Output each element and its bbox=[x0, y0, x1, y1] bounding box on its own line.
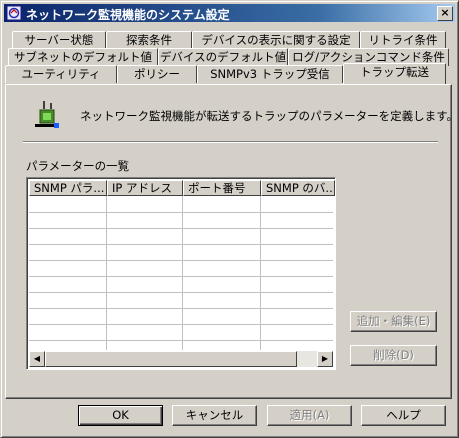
grid-line bbox=[182, 196, 183, 350]
tab-subnet-defaults[interactable]: サブネットのデフォルト値 bbox=[8, 48, 158, 66]
grid-line bbox=[29, 244, 333, 245]
column-header-port[interactable]: ポート番号 bbox=[183, 180, 261, 196]
description-text: ネットワーク監視機能が転送するトラップのパラメーターを定義します。 bbox=[80, 109, 459, 123]
tab-retry[interactable]: リトライ条件 bbox=[360, 31, 446, 49]
scroll-left-icon: ◀ bbox=[33, 354, 41, 363]
tab-trap-forward[interactable]: トラップ転送 bbox=[343, 63, 446, 84]
window-title: ネットワーク監視機能のシステム設定 bbox=[26, 8, 230, 22]
tab-discovery[interactable]: 探索条件 bbox=[106, 31, 192, 49]
tab-policy[interactable]: ポリシー bbox=[117, 65, 197, 83]
tab-device-defaults[interactable]: デバイスのデフォルト値 bbox=[158, 48, 288, 66]
ok-button[interactable]: OK bbox=[78, 405, 163, 426]
trap-forward-icon bbox=[35, 101, 59, 128]
close-button[interactable]: × bbox=[437, 6, 453, 21]
grid-line bbox=[260, 196, 261, 350]
grid-line bbox=[106, 196, 107, 350]
apply-button[interactable]: 適用(A) bbox=[267, 405, 352, 426]
cancel-button[interactable]: キャンセル bbox=[172, 405, 257, 426]
tab-device-display[interactable]: デバイスの表示に関する設定 bbox=[192, 31, 360, 49]
app-icon bbox=[6, 5, 22, 21]
tab-server-status[interactable]: サーバー状態 bbox=[12, 31, 106, 49]
column-header-snmp-param[interactable]: SNMP パラ... bbox=[29, 180, 107, 196]
close-icon: × bbox=[440, 6, 450, 19]
grid-line bbox=[29, 276, 333, 277]
delete-button[interactable]: 削除(D) bbox=[350, 345, 437, 366]
grid-line bbox=[29, 308, 333, 309]
grid-line bbox=[29, 324, 333, 325]
column-header-ip-address[interactable]: IP アドレス bbox=[107, 180, 183, 196]
grid-line bbox=[29, 212, 333, 213]
tab-snmpv3-trap[interactable]: SNMPv3 トラップ受信 bbox=[197, 65, 343, 83]
parameter-list[interactable]: SNMP パラ... IP アドレス ポート番号 SNMP のバ... ◀ ▶ bbox=[26, 177, 336, 370]
help-button[interactable]: ヘルプ bbox=[361, 405, 446, 426]
title-bar: ネットワーク監視機能のシステム設定 × bbox=[4, 4, 455, 22]
grid-line bbox=[29, 260, 333, 261]
scroll-right-button[interactable]: ▶ bbox=[317, 351, 333, 367]
scroll-right-icon: ▶ bbox=[321, 354, 329, 363]
separator bbox=[23, 141, 438, 143]
grid-line bbox=[29, 292, 333, 293]
parameter-list-label: パラメーターの一覧 bbox=[26, 159, 130, 173]
horizontal-scrollbar[interactable]: ◀ ▶ bbox=[29, 351, 333, 367]
add-edit-button[interactable]: 追加・編集(E) bbox=[350, 311, 437, 332]
scroll-left-button[interactable]: ◀ bbox=[29, 351, 45, 367]
grid-line bbox=[29, 340, 333, 341]
grid-line bbox=[29, 228, 333, 229]
column-header-snmp-version[interactable]: SNMP のバ... bbox=[261, 180, 335, 196]
scroll-thumb[interactable] bbox=[45, 351, 297, 367]
tab-utility[interactable]: ユーティリティ bbox=[5, 65, 117, 83]
